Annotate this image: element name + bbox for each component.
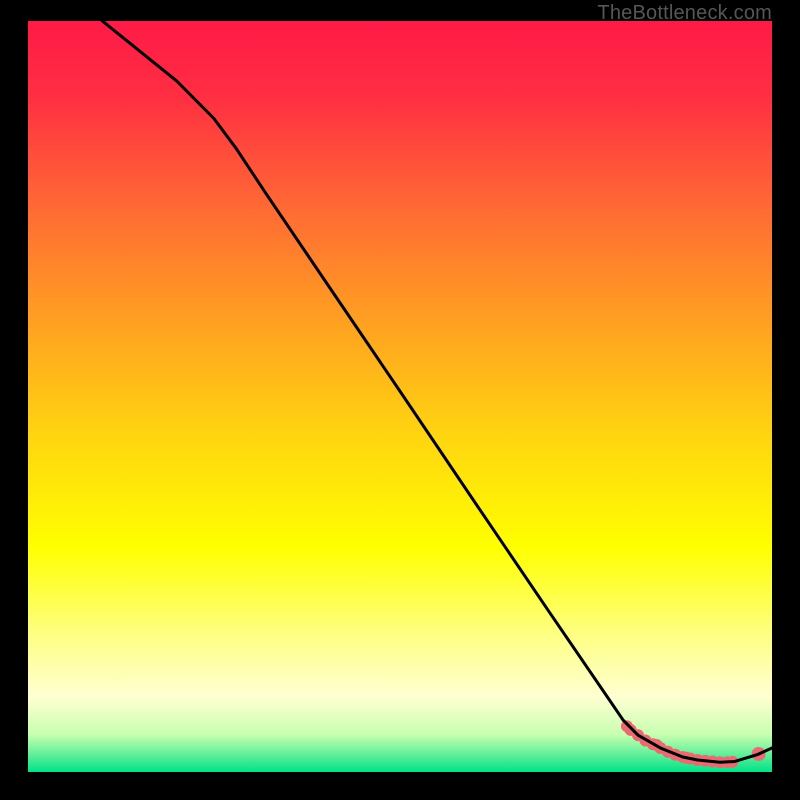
- chart-plot: [28, 21, 772, 772]
- gradient-background: [28, 21, 772, 772]
- watermark-text: TheBottleneck.com: [597, 2, 772, 25]
- chart-frame: [28, 21, 772, 772]
